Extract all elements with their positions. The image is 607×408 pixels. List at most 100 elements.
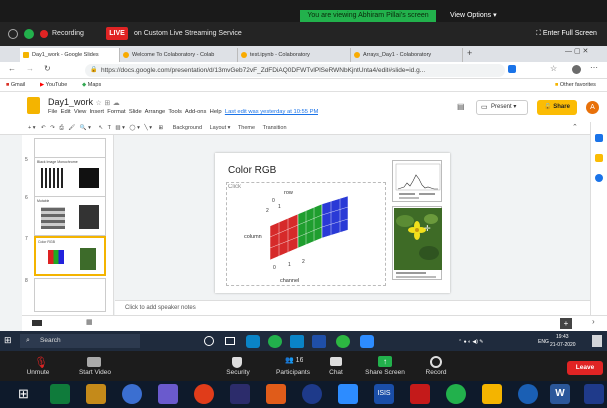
menu-icon[interactable]: ⋯ (590, 63, 598, 72)
explore-icon[interactable]: + (560, 318, 572, 329)
present-button[interactable]: ▭ Present ▾ (476, 100, 528, 115)
app-icon[interactable] (584, 384, 604, 404)
menu-format[interactable]: Format (107, 109, 125, 115)
start-video-button[interactable]: Start Video (72, 369, 118, 376)
flower-image[interactable] (392, 206, 442, 280)
bookmark-gmail[interactable]: ■ Gmail (6, 79, 25, 92)
background-button[interactable]: Background (173, 125, 202, 131)
add-icon[interactable]: + ▾ (28, 125, 36, 131)
participants-icon[interactable]: 👥 16 (285, 356, 303, 364)
paint-format-icon[interactable]: 🖌 (68, 125, 75, 131)
participants-button[interactable]: Participants (270, 369, 316, 376)
menu-insert[interactable]: Insert (90, 109, 105, 115)
app-icon[interactable] (312, 335, 326, 348)
side-panel-toggle-icon[interactable]: › (592, 317, 595, 326)
word-icon[interactable]: W (550, 384, 570, 404)
enter-full-screen-button[interactable]: ⛶ Enter Full Screen (536, 22, 597, 46)
app-icon[interactable] (194, 384, 214, 404)
security-shield-icon[interactable] (232, 357, 242, 368)
browser-tab-slides[interactable]: Day1_work - Google Slides (20, 48, 120, 62)
slide-thumb-5[interactable]: Black Image Monochrome (34, 157, 106, 197)
app-icon[interactable] (50, 384, 70, 404)
menu-arrange[interactable]: Arrange (145, 109, 166, 115)
clock-date[interactable]: 21-07-2020 (550, 342, 576, 348)
avatar[interactable]: A (586, 101, 599, 114)
app-icon[interactable] (230, 384, 250, 404)
transition-button[interactable]: Transition (263, 125, 287, 131)
forward-icon[interactable]: → (26, 64, 34, 73)
slide-thumb-6[interactable]: Mutable (34, 196, 106, 236)
redo-icon[interactable]: ↷ (50, 125, 55, 131)
bookmark-youtube[interactable]: ▶ YouTube (40, 79, 67, 92)
url-bar[interactable]: 🔒 https://docs.google.com/presentation/d/… (85, 64, 505, 77)
slide-thumb-4[interactable] (34, 138, 106, 158)
app-icon[interactable] (410, 384, 430, 404)
undo-icon[interactable]: ↶ (41, 125, 46, 131)
app-icon[interactable] (518, 384, 538, 404)
chrome-icon[interactable] (446, 384, 466, 404)
menu-help[interactable]: Help (210, 109, 222, 115)
menu-view[interactable]: View (74, 109, 86, 115)
zoom-app-icon[interactable] (338, 384, 358, 404)
collapse-icon[interactable]: ⌃ (572, 123, 578, 131)
security-button[interactable]: Security (220, 369, 256, 376)
star-icon[interactable]: ☆ (96, 100, 102, 107)
browser-tab-arrays[interactable]: Arrays_Day1 - Colaboratory (351, 48, 463, 62)
cortana-icon[interactable] (204, 336, 214, 346)
comment-icon[interactable]: ⊞ (159, 125, 164, 131)
live-service-label[interactable]: on Custom Live Streaming Service (134, 22, 242, 46)
share-screen-button[interactable]: Share Screen (362, 369, 408, 376)
other-favorites[interactable]: ■ Other favorites (555, 79, 596, 92)
theme-button[interactable]: Theme (238, 125, 255, 131)
info-icon[interactable] (8, 29, 18, 39)
share-screen-icon[interactable]: ↑ (378, 356, 392, 367)
app-icon[interactable] (482, 384, 502, 404)
share-button[interactable]: 🔒 Share (537, 100, 577, 115)
menu-slide[interactable]: Slide (129, 109, 142, 115)
move-folder-icon[interactable]: ⊞ (104, 100, 110, 107)
app-icon[interactable]: ISIS (374, 384, 394, 404)
keep-icon[interactable] (595, 154, 603, 162)
textbox-icon[interactable]: T (108, 125, 111, 131)
histogram-image[interactable] (392, 160, 442, 202)
unmute-button[interactable]: Unmute (20, 369, 56, 376)
image-icon[interactable]: ▨ ▾ (115, 125, 125, 131)
shield-icon[interactable] (24, 29, 34, 39)
app-icon[interactable] (302, 384, 322, 404)
slides-logo-icon[interactable] (27, 97, 40, 114)
line-icon[interactable]: ╲ ▾ (144, 125, 152, 131)
extension-icon[interactable] (508, 65, 516, 73)
whatsapp-icon[interactable] (336, 335, 350, 348)
bookmark-maps[interactable]: ◆ Maps (82, 79, 101, 92)
notification-icon[interactable] (592, 335, 602, 347)
browser-tab-colab-welcome[interactable]: Welcome To Colaboratory - Colab (120, 48, 238, 62)
new-tab-button[interactable]: + (467, 48, 472, 58)
doc-title[interactable]: Day1_work ☆ ⊞ ☁ (48, 97, 120, 107)
back-icon[interactable]: ← (8, 64, 16, 73)
last-edit-link[interactable]: Last edit was yesterday at 10:55 PM (225, 109, 318, 115)
taskbar-search[interactable]: ⌕ Search (20, 334, 140, 348)
app-icon[interactable] (266, 384, 286, 404)
windows-start-icon[interactable]: ⊞ (4, 335, 12, 346)
record-button[interactable]: Record (420, 369, 452, 376)
window-controls[interactable]: — ▢ ✕ (565, 47, 588, 55)
favorites-icon[interactable]: ☆ (550, 64, 557, 73)
chat-icon[interactable] (330, 357, 342, 366)
system-tray-icons[interactable]: ⌃ ● ◐ ◀) ✎ (458, 339, 484, 345)
slide-thumb-8[interactable] (34, 278, 106, 312)
task-view-icon[interactable] (225, 337, 235, 345)
shape-icon[interactable]: ◯ ▾ (129, 125, 139, 131)
slide-thumb-7-selected[interactable]: Color RGB (34, 236, 106, 276)
slide-title[interactable]: Color RGB (228, 165, 276, 176)
file-explorer-icon[interactable] (86, 384, 106, 404)
windows-start-icon[interactable]: ⊞ (18, 386, 29, 402)
select-icon[interactable]: ↖ (98, 125, 103, 131)
menu-addons[interactable]: Add-ons (185, 109, 207, 115)
zoom-app-icon[interactable] (360, 335, 374, 348)
language-indicator[interactable]: ENG (538, 339, 549, 345)
video-off-icon[interactable] (87, 357, 101, 367)
menu-file[interactable]: File (48, 109, 57, 115)
grid-view-icon[interactable]: ▦ (86, 318, 93, 326)
comments-icon[interactable]: ▤ (457, 102, 465, 111)
app-icon[interactable] (158, 384, 178, 404)
